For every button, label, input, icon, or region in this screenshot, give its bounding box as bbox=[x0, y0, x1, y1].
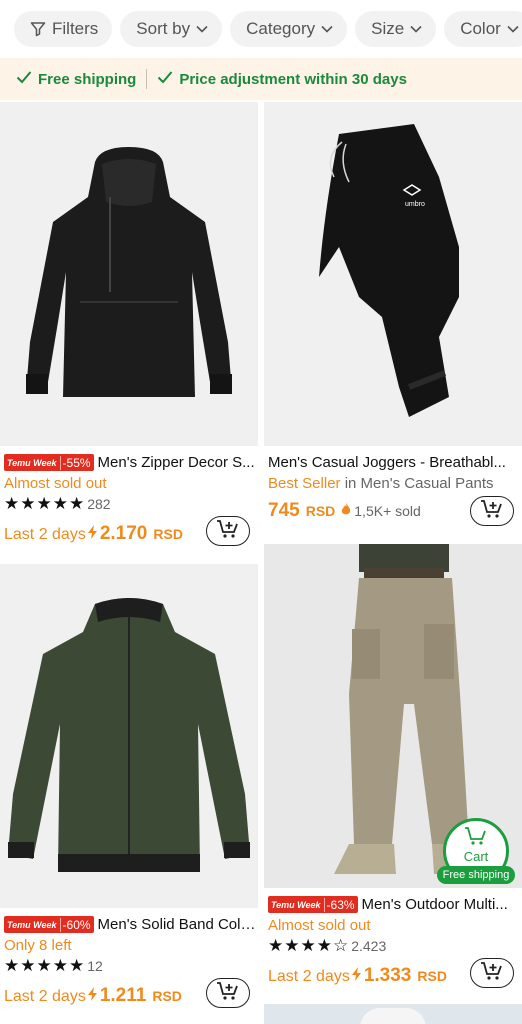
rating-count: 282 bbox=[87, 496, 111, 512]
rating-row: ★★★★★ 12 bbox=[4, 956, 103, 976]
rating-stars: ★★★★☆ bbox=[268, 936, 350, 955]
fire-icon bbox=[341, 502, 351, 521]
product-card[interactable]: Temu Week -60% Men's Solid Band Coll... … bbox=[0, 564, 258, 1024]
lightning-icon bbox=[87, 525, 98, 544]
price-currency: RSD bbox=[153, 526, 183, 542]
badge-discount: -60% bbox=[59, 917, 94, 932]
badge-discount: -63% bbox=[323, 897, 358, 912]
price-amount: 1.211 bbox=[99, 985, 147, 1006]
filters-chip-label: Filters bbox=[52, 19, 99, 38]
price-amount: 1.333 bbox=[363, 965, 412, 986]
price-label: Last 2 days bbox=[4, 526, 86, 543]
price-row: 745 RSD 1,5K+ sold bbox=[268, 500, 421, 522]
free-shipping-text: Free shipping bbox=[38, 70, 137, 88]
product-image[interactable]: umbro bbox=[264, 102, 522, 446]
product-title-row: Temu Week -60% Men's Solid Band Coll... bbox=[4, 916, 256, 933]
filter-bar: Filters Sort by Category Size Color bbox=[0, 0, 522, 58]
badge-event-label: Temu Week bbox=[7, 457, 57, 468]
product-card[interactable]: umbro Men's Casual Joggers - Breathabl..… bbox=[264, 102, 522, 540]
discount-badge: Temu Week -55% bbox=[4, 454, 94, 471]
product-title[interactable]: Men's Zipper Decor S... bbox=[98, 454, 255, 471]
rating-stars: ★★★★★ bbox=[4, 494, 86, 513]
product-card[interactable] bbox=[264, 1004, 522, 1024]
sold-count: 1,5K+ sold bbox=[354, 503, 421, 519]
badge-event-label: Temu Week bbox=[7, 919, 57, 930]
filters-chip[interactable]: Filters bbox=[14, 11, 113, 47]
brand-logo-text: umbro bbox=[405, 201, 425, 208]
price-adjustment-text: Price adjustment within 30 days bbox=[179, 70, 407, 88]
product-card[interactable]: Temu Week -63% Men's Outdoor Multi... Al… bbox=[264, 544, 522, 998]
discount-badge: Temu Week -60% bbox=[4, 916, 94, 933]
product-image bbox=[360, 1008, 426, 1024]
stock-status: Only 8 left bbox=[4, 937, 72, 954]
product-image[interactable] bbox=[0, 102, 258, 446]
banner-divider bbox=[146, 69, 148, 89]
product-title-row: Temu Week -63% Men's Outdoor Multi... bbox=[268, 896, 520, 913]
add-to-cart-icon bbox=[216, 981, 240, 1006]
sort-by-chip-label: Sort by bbox=[136, 19, 191, 38]
discount-badge: Temu Week -63% bbox=[268, 896, 358, 913]
rating-row: ★★★★☆ 2.423 bbox=[268, 936, 386, 956]
size-chip[interactable]: Size bbox=[355, 11, 437, 47]
color-chip-label: Color bbox=[460, 19, 501, 38]
rating-count: 12 bbox=[87, 958, 103, 974]
check-icon bbox=[157, 70, 173, 88]
add-to-cart-icon bbox=[216, 519, 240, 544]
product-image[interactable] bbox=[0, 564, 258, 908]
add-to-cart-button[interactable] bbox=[206, 516, 250, 546]
rating-stars: ★★★★★ bbox=[4, 956, 86, 975]
price-currency: RSD bbox=[152, 988, 182, 1004]
stock-status: Almost sold out bbox=[4, 475, 107, 492]
badge-discount: -55% bbox=[59, 455, 94, 470]
stock-status: Almost sold out bbox=[268, 917, 371, 934]
rating-count: 2.423 bbox=[351, 938, 387, 954]
lightning-icon bbox=[87, 987, 98, 1006]
category-chip[interactable]: Category bbox=[230, 11, 348, 47]
badge-event-label: Temu Week bbox=[271, 899, 321, 910]
cart-label: Cart bbox=[463, 849, 489, 864]
chevron-down-icon bbox=[507, 25, 519, 33]
price-row: Last 2 days 1.211 RSD bbox=[4, 985, 182, 1007]
product-title-row: Men's Casual Joggers - Breathabl... bbox=[268, 454, 520, 471]
chevron-down-icon bbox=[196, 25, 208, 33]
chevron-down-icon bbox=[321, 25, 333, 33]
price-amount: 745 bbox=[268, 500, 300, 521]
price-label: Last 2 days bbox=[268, 968, 350, 985]
price-currency: RSD bbox=[417, 968, 447, 984]
product-title[interactable]: Men's Outdoor Multi... bbox=[362, 896, 508, 913]
chevron-down-icon bbox=[410, 25, 422, 33]
price-row: Last 2 days 2.170 RSD bbox=[4, 523, 183, 545]
product-title-row: Temu Week -55% Men's Zipper Decor S... bbox=[4, 454, 256, 471]
best-seller-line[interactable]: Best Seller in Men's Casual Pants bbox=[268, 475, 493, 492]
check-icon bbox=[16, 70, 32, 88]
category-chip-label: Category bbox=[246, 19, 316, 38]
product-title[interactable]: Men's Solid Band Coll... bbox=[98, 916, 256, 933]
color-chip[interactable]: Color bbox=[444, 11, 522, 47]
lightning-icon bbox=[351, 967, 362, 986]
add-to-cart-icon bbox=[480, 961, 504, 986]
filter-icon bbox=[30, 21, 46, 37]
rating-row: ★★★★★ 282 bbox=[4, 494, 111, 514]
product-card[interactable]: Temu Week -55% Men's Zipper Decor S... A… bbox=[0, 102, 258, 556]
add-to-cart-icon bbox=[480, 499, 504, 524]
best-seller-tag: Best Seller bbox=[268, 475, 341, 492]
size-chip-label: Size bbox=[371, 19, 405, 38]
cart-icon bbox=[464, 826, 488, 849]
add-to-cart-button[interactable] bbox=[470, 958, 514, 988]
price-label: Last 2 days bbox=[4, 988, 86, 1005]
add-to-cart-button[interactable] bbox=[206, 978, 250, 1008]
price-amount: 2.170 bbox=[99, 523, 148, 544]
add-to-cart-button[interactable] bbox=[470, 496, 514, 526]
shipping-banner[interactable]: Free shipping Price adjustment within 30… bbox=[0, 58, 522, 100]
cart-free-shipping-badge: Free shipping bbox=[437, 866, 515, 884]
best-seller-category: in Men's Casual Pants bbox=[340, 475, 494, 492]
product-title[interactable]: Men's Casual Joggers - Breathabl... bbox=[268, 454, 506, 471]
price-row: Last 2 days 1.333 RSD bbox=[268, 965, 447, 987]
sort-by-chip[interactable]: Sort by bbox=[120, 11, 223, 47]
price-currency: RSD bbox=[305, 503, 336, 519]
